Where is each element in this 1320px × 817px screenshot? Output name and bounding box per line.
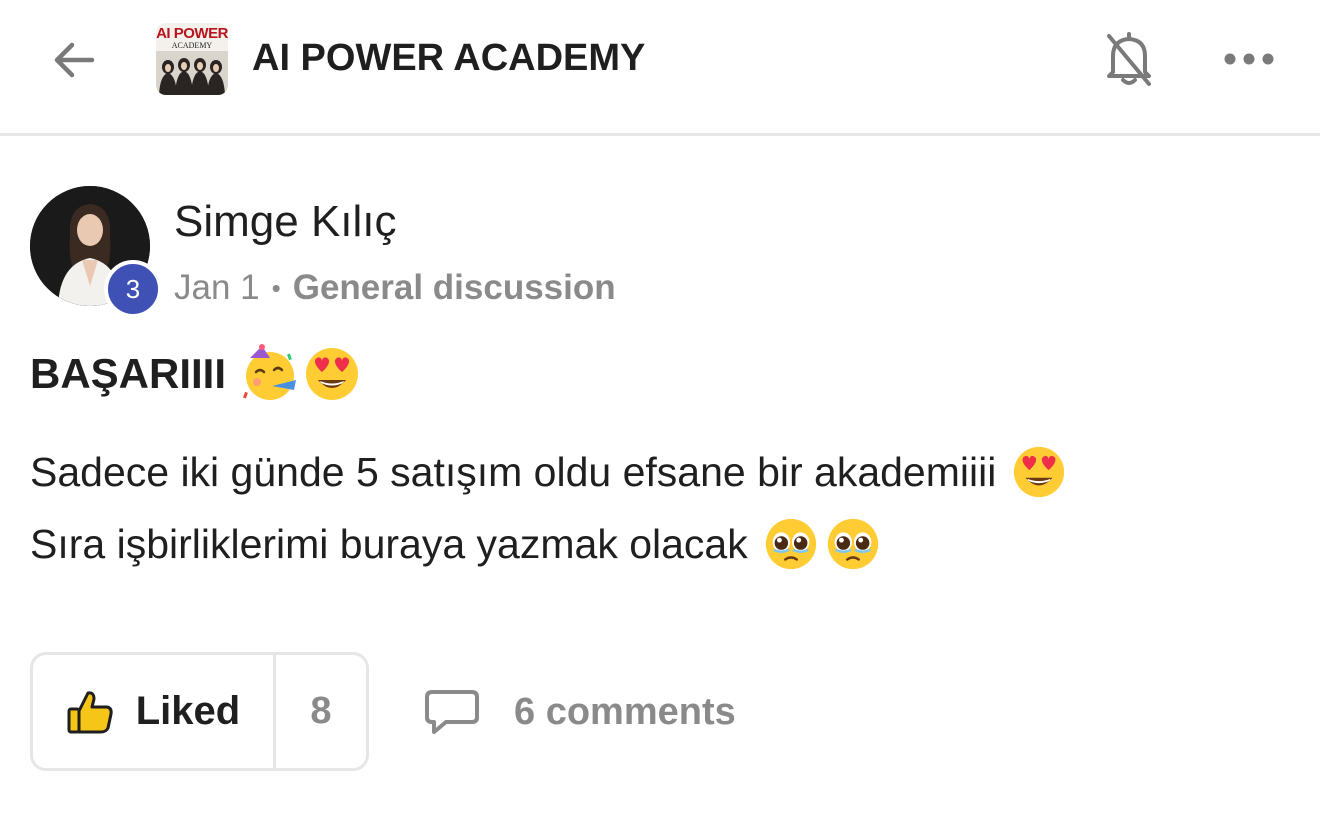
heart-eyes-emoji-icon [306, 348, 359, 400]
post-body-line: Sadece iki günde 5 satışım oldu efsane b… [30, 436, 1300, 508]
post-title-text: BAŞARIIII [30, 350, 227, 397]
top-bar: AI POWER ACADEMY AI POWER ACADEMY [0, 0, 1320, 136]
like-label: Liked [135, 689, 241, 733]
author-name[interactable]: Simge Kılıç [174, 196, 397, 248]
community-title[interactable]: AI POWER ACADEMY [252, 36, 645, 80]
logo-subtitle: ACADEMY [171, 41, 213, 50]
meta-separator: • [271, 272, 281, 303]
pleading-face-emoji-icon [765, 518, 816, 570]
post-meta: Jan 1 • General discussion [174, 266, 616, 310]
like-count[interactable]: 8 [276, 655, 366, 768]
logo-title: AI POWER [156, 25, 228, 42]
heart-eyes-emoji-icon [1014, 446, 1065, 498]
logo-people-image [156, 51, 228, 95]
comment-icon [425, 690, 479, 734]
post-body-line: Sıra işbirliklerimi buraya yazmak olacak [30, 508, 1300, 580]
more-horizontal-icon [1224, 53, 1274, 65]
community-logo[interactable]: AI POWER ACADEMY [156, 23, 228, 95]
like-button[interactable]: Liked [33, 655, 276, 768]
arrow-left-icon [54, 42, 95, 78]
comments-button[interactable]: 6 comments [424, 682, 736, 742]
comments-label: 6 comments [514, 690, 736, 733]
post-date: Jan 1 [174, 268, 260, 307]
more-options-button[interactable] [1218, 38, 1280, 80]
post-title: BAŞARIIII [30, 344, 362, 404]
like-group: Liked 8 [30, 652, 369, 771]
level-badge: 3 [104, 260, 162, 318]
post-body-text-2: Sıra işbirliklerimi buraya yazmak olacak [30, 521, 748, 567]
notifications-button[interactable] [1098, 26, 1160, 90]
back-button[interactable] [44, 30, 104, 90]
pleading-face-emoji-icon [827, 518, 878, 570]
post-body-text-1: Sadece iki günde 5 satışım oldu efsane b… [30, 449, 997, 495]
post-category[interactable]: General discussion [293, 268, 616, 308]
thumbs-up-icon [67, 690, 113, 733]
bell-off-icon [1107, 32, 1151, 86]
partying-face-emoji-icon [243, 344, 297, 400]
post-body: Sadece iki günde 5 satışım oldu efsane b… [30, 436, 1300, 580]
